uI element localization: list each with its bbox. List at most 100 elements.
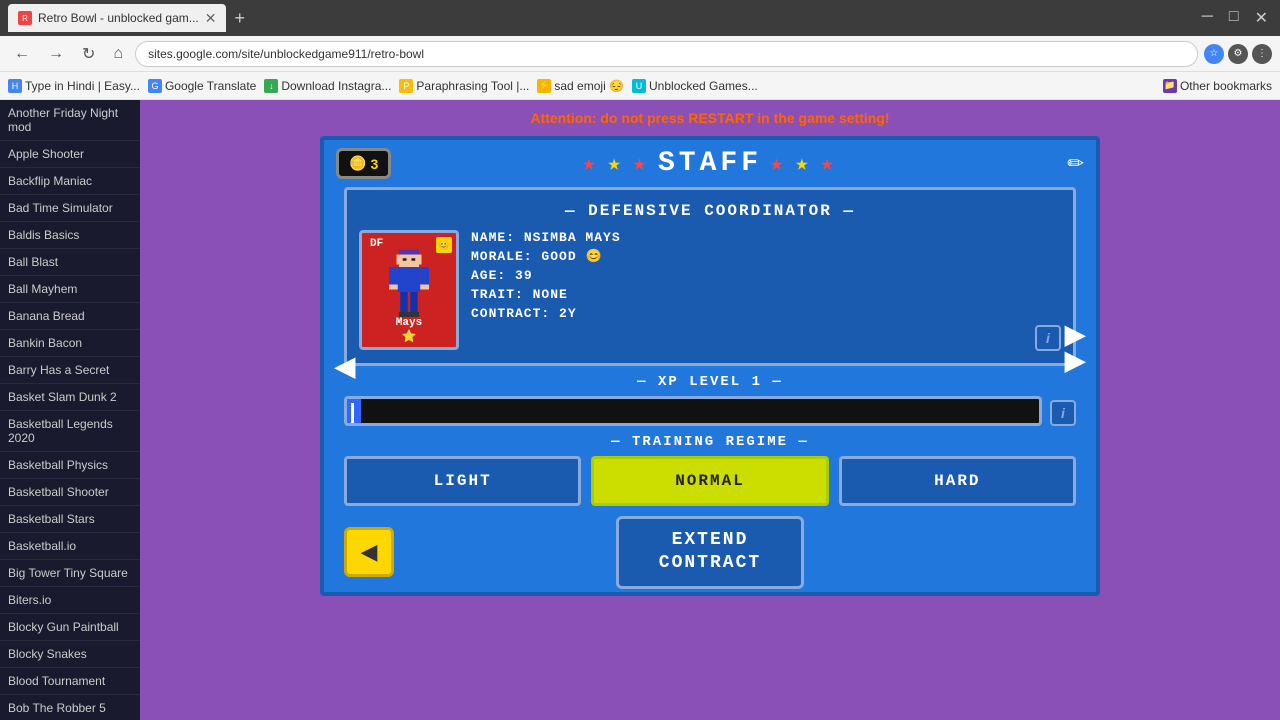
staff-card-section: — DEFENSIVE COORDINATOR — DF 😊 bbox=[344, 187, 1076, 366]
sidebar-item-blood-tournament[interactable]: Blood Tournament bbox=[0, 668, 140, 695]
minimize-button[interactable]: ─ bbox=[1198, 8, 1217, 28]
player-morale-row: MORALE: GOOD 😊 bbox=[471, 249, 1061, 264]
game-header: 🪙 3 ★ ★ ★ STAFF ★ ★ ★ ✏ bbox=[324, 140, 1096, 187]
forward-nav-button[interactable]: → bbox=[42, 43, 70, 65]
edit-button[interactable]: ✏ bbox=[1067, 151, 1084, 176]
address-bar[interactable]: sites.google.com/site/unblockedgame911/r… bbox=[135, 41, 1198, 67]
browser-frame: R Retro Bowl - unblocked gam... ✕ + ─ □ … bbox=[0, 0, 1280, 720]
star-4: ★ bbox=[770, 151, 787, 177]
sidebar-item-apple-shooter[interactable]: Apple Shooter bbox=[0, 141, 140, 168]
sidebar-item-ball-blast[interactable]: Ball Blast bbox=[0, 249, 140, 276]
attention-banner: Attention: do not press RESTART in the g… bbox=[530, 110, 889, 126]
bookmark-hindi-icon: H bbox=[8, 79, 22, 93]
sidebar-item-another-friday[interactable]: Another Friday Night mod bbox=[0, 100, 140, 141]
xp-title: — XP LEVEL 1 — bbox=[344, 374, 1076, 390]
player-name-tag: Mays bbox=[396, 317, 422, 329]
bookmark-translate-label: Google Translate bbox=[165, 79, 256, 93]
training-buttons: LIGHT NORMAL HARD bbox=[344, 456, 1076, 506]
sidebar-item-basketball-legends[interactable]: Basketball Legends 2020 bbox=[0, 411, 140, 452]
sidebar-item-basketball-physics[interactable]: Basketball Physics bbox=[0, 452, 140, 479]
sidebar-item-barry[interactable]: Barry Has a Secret bbox=[0, 357, 140, 384]
bookmark-hindi[interactable]: H Type in Hindi | Easy... bbox=[8, 79, 140, 93]
extend-contract-button[interactable]: EXTENDCONTRACT bbox=[616, 516, 804, 589]
star-5: ★ bbox=[795, 151, 812, 177]
bookmark-emoji-label: sad emoji 😔 bbox=[554, 79, 624, 93]
back-nav-button[interactable]: ← bbox=[8, 43, 36, 65]
staff-title: ★ ★ ★ STAFF ★ ★ ★ bbox=[582, 148, 838, 179]
back-button[interactable]: ◀ bbox=[344, 527, 394, 577]
bookmark-unblocked-label: Unblocked Games... bbox=[649, 79, 758, 93]
tab-title: Retro Bowl - unblocked gam... bbox=[38, 11, 199, 25]
sidebar-item-backflip[interactable]: Backflip Maniac bbox=[0, 168, 140, 195]
training-light-button[interactable]: LIGHT bbox=[344, 456, 581, 506]
sidebar-item-bob-robber[interactable]: Bob The Robber 5 bbox=[0, 695, 140, 720]
staff-label: STAFF bbox=[658, 148, 762, 179]
tab-close-button[interactable]: ✕ bbox=[205, 10, 217, 27]
bookmark-instagram-icon: ↓ bbox=[264, 79, 278, 93]
close-button[interactable]: ✕ bbox=[1251, 8, 1272, 28]
title-bar: R Retro Bowl - unblocked gam... ✕ + ─ □ … bbox=[0, 0, 1280, 36]
player-trait-row: TRAIT: NONE bbox=[471, 287, 1061, 302]
bookmark-other-icon: 📁 bbox=[1163, 79, 1177, 93]
browser-tab[interactable]: R Retro Bowl - unblocked gam... ✕ bbox=[8, 4, 226, 32]
game-area: Attention: do not press RESTART in the g… bbox=[140, 100, 1280, 720]
reload-button[interactable]: ↻ bbox=[76, 42, 101, 66]
staff-card-content: DF 😊 bbox=[359, 230, 1061, 351]
bookmark-paraphrase[interactable]: P Paraphrasing Tool |... bbox=[399, 79, 529, 93]
xp-bar bbox=[344, 396, 1042, 426]
sidebar-item-big-tower[interactable]: Big Tower Tiny Square bbox=[0, 560, 140, 587]
extensions-icon[interactable]: ⚙ bbox=[1228, 44, 1248, 64]
bookmark-emoji[interactable]: ⚡ sad emoji 😔 bbox=[537, 79, 624, 93]
bookmark-translate[interactable]: G Google Translate bbox=[148, 79, 256, 93]
sidebar-item-basketball-io[interactable]: Basketball.io bbox=[0, 533, 140, 560]
player-star: ⭐ bbox=[402, 329, 417, 343]
bookmark-other[interactable]: 📁 Other bookmarks bbox=[1163, 79, 1272, 93]
sidebar-item-bankin[interactable]: Bankin Bacon bbox=[0, 330, 140, 357]
sidebar-item-banana[interactable]: Banana Bread bbox=[0, 303, 140, 330]
sidebar-item-biters[interactable]: Biters.io bbox=[0, 587, 140, 614]
coin-count: 3 bbox=[370, 156, 378, 172]
bookmark-hindi-label: Type in Hindi | Easy... bbox=[25, 79, 140, 93]
xp-cursor bbox=[351, 403, 354, 423]
bookmark-instagram[interactable]: ↓ Download Instagra... bbox=[264, 79, 391, 93]
next-staff-nav-button[interactable]: ▶ bbox=[1054, 308, 1096, 361]
sidebar-item-basketball-stars[interactable]: Basketball Stars bbox=[0, 506, 140, 533]
player-name-row: NAME: NSIMBA MAYS bbox=[471, 230, 1061, 245]
star-1: ★ bbox=[582, 151, 599, 177]
game-bottom: ◀ EXTENDCONTRACT bbox=[324, 506, 1096, 596]
sidebar-item-ball-mayhem[interactable]: Ball Mayhem bbox=[0, 276, 140, 303]
bookmark-icon[interactable]: ☆ bbox=[1204, 44, 1224, 64]
bookmark-unblocked-icon: U bbox=[632, 79, 646, 93]
sidebar-item-bad-time[interactable]: Bad Time Simulator bbox=[0, 195, 140, 222]
star-3: ★ bbox=[633, 151, 650, 177]
xp-section: — XP LEVEL 1 — i bbox=[344, 374, 1076, 426]
maximize-button[interactable]: □ bbox=[1225, 8, 1243, 28]
coin-display: 🪙 3 bbox=[336, 148, 391, 179]
nav-icons: ☆ ⚙ ⋮ bbox=[1204, 44, 1272, 64]
menu-icon[interactable]: ⋮ bbox=[1252, 44, 1272, 64]
bookmark-unblocked[interactable]: U Unblocked Games... bbox=[632, 79, 758, 93]
new-tab-button[interactable]: + bbox=[234, 8, 245, 29]
training-normal-button[interactable]: NORMAL bbox=[591, 456, 828, 506]
sidebar-item-blocky-gun[interactable]: Blocky Gun Paintball bbox=[0, 614, 140, 641]
bookmark-paraphrase-icon: P bbox=[399, 79, 413, 93]
sidebar-item-basket-slam[interactable]: Basket Slam Dunk 2 bbox=[0, 384, 140, 411]
training-hard-button[interactable]: HARD bbox=[839, 456, 1076, 506]
section-title: — DEFENSIVE COORDINATOR — bbox=[359, 202, 1061, 220]
xp-info-button[interactable]: i bbox=[1050, 400, 1076, 426]
nav-bar: ← → ↻ ⌂ sites.google.com/site/unblockedg… bbox=[0, 36, 1280, 72]
player-sprite bbox=[379, 247, 439, 322]
star-6: ★ bbox=[821, 151, 838, 177]
url-text: sites.google.com/site/unblockedgame911/r… bbox=[148, 47, 424, 61]
sidebar-item-blocky-snakes[interactable]: Blocky Snakes bbox=[0, 641, 140, 668]
tab-favicon: R bbox=[18, 11, 32, 25]
coin-icon: 🪙 bbox=[349, 155, 366, 172]
sidebar-item-basketball-shooter[interactable]: Basketball Shooter bbox=[0, 479, 140, 506]
prev-staff-button[interactable]: ◀ bbox=[324, 340, 366, 393]
home-button[interactable]: ⌂ bbox=[107, 43, 129, 65]
training-section: — TRAINING REGIME — LIGHT NORMAL HARD bbox=[344, 434, 1076, 506]
star-2: ★ bbox=[607, 151, 624, 177]
sidebar-item-baldis[interactable]: Baldis Basics bbox=[0, 222, 140, 249]
bookmark-instagram-label: Download Instagra... bbox=[281, 79, 391, 93]
bookmarks-bar: H Type in Hindi | Easy... G Google Trans… bbox=[0, 72, 1280, 100]
